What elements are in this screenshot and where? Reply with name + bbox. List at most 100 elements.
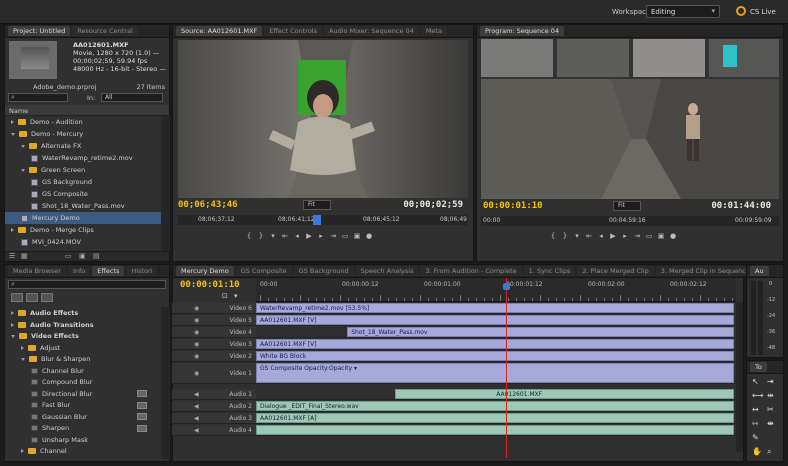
timeline-playhead[interactable] <box>502 283 510 290</box>
cs-live-icon[interactable] <box>736 6 746 16</box>
effects-scrollbar[interactable] <box>161 307 170 459</box>
track-lane[interactable]: AA012601.MXF [A] <box>256 413 736 424</box>
effects-list-item[interactable]: Audio Effects <box>5 307 161 319</box>
pen-tool-icon[interactable]: ✎ <box>752 433 759 442</box>
overwrite-icon[interactable]: ▣ <box>351 232 363 241</box>
track-lane[interactable]: Shot_18_Water_Pass.mov <box>256 327 736 338</box>
effects-list-item[interactable]: Fast Blur <box>5 399 161 411</box>
snap-icon[interactable]: ⊡ <box>222 292 228 300</box>
tab-source[interactable]: Source: AA012601.MXF <box>176 26 263 36</box>
play-icon[interactable]: ▶ <box>607 232 619 241</box>
track-lane[interactable]: White BG Block <box>256 351 736 362</box>
disclosure-open-icon[interactable] <box>21 357 25 361</box>
timeline-scrollbar[interactable] <box>736 302 743 452</box>
video-clip[interactable]: GS Composite Opacity:Opacity ▾ <box>256 363 734 383</box>
source-timecode[interactable]: 00;06;43;46 <box>178 200 238 210</box>
disclosure-closed-icon[interactable] <box>21 449 24 453</box>
disclosure-open-icon[interactable] <box>11 132 15 136</box>
mark-out-icon[interactable]: } <box>255 232 267 241</box>
disclosure-closed-icon[interactable] <box>21 345 24 350</box>
insert-icon[interactable]: ▭ <box>339 232 351 241</box>
project-list-item[interactable]: WaterRevamp_retime2.mov <box>5 152 161 164</box>
track-header[interactable]: ◉ Video 6 <box>172 303 256 314</box>
tab-sequence[interactable]: 3. From Audition - Complete <box>420 266 522 276</box>
eye-icon[interactable]: ◉ <box>194 305 199 312</box>
lift-icon[interactable]: ▭ <box>643 232 655 241</box>
source-zoom-select[interactable]: Fit <box>303 200 331 210</box>
slide-tool-icon[interactable]: ⇼ <box>767 419 774 428</box>
tab-sequence[interactable]: GS Composite <box>235 266 292 276</box>
tab-sequence[interactable]: 3. Merged Clip in Sequence <box>655 266 755 276</box>
slip-tool-icon[interactable]: ⇿ <box>752 419 759 428</box>
track-lane[interactable]: AA012601.MXF [V] <box>256 315 736 326</box>
project-list-item[interactable]: Demo - Audition <box>5 116 161 128</box>
speaker-icon[interactable]: ◀ <box>194 415 199 422</box>
tab-sequence[interactable]: 2. Place Merged Clip <box>577 266 654 276</box>
timeline-timecode[interactable]: 00:00:01:10 <box>180 280 240 290</box>
project-list-item[interactable]: GS Background <box>5 176 161 188</box>
effects-list-item[interactable]: Adjust <box>5 342 161 354</box>
go-to-in-icon[interactable]: ⇤ <box>279 232 291 241</box>
track-select-tool-icon[interactable]: ⇥ <box>767 377 774 386</box>
disclosure-closed-icon[interactable] <box>11 228 14 232</box>
marker-icon[interactable]: ▾ <box>267 232 279 241</box>
speaker-icon[interactable]: ◀ <box>194 391 199 398</box>
track-header[interactable]: ◀ Audio 2 <box>172 401 256 412</box>
eye-icon[interactable]: ◉ <box>194 317 199 324</box>
source-time-ruler[interactable]: 08;06;37;12 08;06;41;12 08;06;45;12 08;0… <box>178 215 468 225</box>
icon-view-icon[interactable]: ▦ <box>21 252 28 260</box>
step-back-icon[interactable]: ◂ <box>291 232 303 241</box>
track-lane[interactable]: AA012601.MXF [V] <box>256 339 736 350</box>
rate-stretch-tool-icon[interactable]: ↔ <box>752 405 759 414</box>
go-to-out-icon[interactable]: ⇥ <box>327 232 339 241</box>
track-lane[interactable]: Dialogue _EDIT_Final_Stereo.wav <box>256 401 736 412</box>
project-list-item[interactable]: Demo - Mercury <box>5 128 161 140</box>
eye-icon[interactable]: ◉ <box>194 353 199 360</box>
tab-audio-meters[interactable]: Au <box>750 266 769 276</box>
audio-clip[interactable] <box>256 425 734 435</box>
tab-effect-controls[interactable]: Effect Controls <box>264 26 322 36</box>
mark-in-icon[interactable]: { <box>243 232 255 241</box>
tab-resource-central[interactable]: Resource Central <box>72 26 138 36</box>
project-list-item[interactable]: GS Composite <box>5 188 161 200</box>
list-view-icon[interactable]: ☰ <box>9 252 15 260</box>
effects-list-item[interactable]: Compound Blur <box>5 376 161 388</box>
name-column-header[interactable]: Name <box>5 105 169 116</box>
project-list-item[interactable]: Demo - Merge Clips <box>5 224 161 236</box>
step-forward-icon[interactable]: ▸ <box>619 232 631 241</box>
tab-metadata[interactable]: Meta <box>420 26 447 36</box>
project-list-item[interactable]: Shot_18_Water_Pass.mov <box>5 200 161 212</box>
video-clip[interactable]: WaterRevamp_retime2.mov [53.5%] <box>256 303 734 313</box>
disclosure-open-icon[interactable] <box>11 334 15 338</box>
go-to-out-icon[interactable]: ⇥ <box>631 232 643 241</box>
audio-clip[interactable]: AA012601.MXF <box>395 389 734 399</box>
extract-icon[interactable]: ▣ <box>655 232 667 241</box>
track-header[interactable]: ◉ Video 3 <box>172 339 256 350</box>
ripple-edit-tool-icon[interactable]: ⟷ <box>752 391 763 400</box>
timeline-ruler[interactable]: 00:00 00:00:00:12 00:00:01:00 00:00:01:12 00… <box>256 278 736 302</box>
video-clip[interactable]: AA012601.MXF [V] <box>256 315 734 325</box>
track-lane[interactable]: GS Composite Opacity:Opacity ▾ <box>256 363 736 384</box>
camera-thumb[interactable] <box>709 39 779 77</box>
program-zoom-select[interactable]: Fit <box>613 201 641 211</box>
new-bin-icon[interactable]: ▭ <box>65 252 72 260</box>
effects-list-item[interactable]: Sharpen <box>5 422 161 434</box>
project-scrollbar[interactable] <box>161 116 170 251</box>
effects-list-item[interactable]: Blur & Sharpen <box>5 353 161 365</box>
timeline-playhead-line[interactable] <box>505 278 507 458</box>
track-header[interactable]: ◉ Video 1 <box>172 363 256 384</box>
tab-tools[interactable]: To <box>750 362 767 372</box>
accelerated-effects-icon[interactable] <box>11 293 23 302</box>
zoom-tool-icon[interactable]: ⌕ <box>767 447 771 457</box>
disclosure-open-icon[interactable] <box>21 168 25 172</box>
tab-info[interactable]: Info <box>67 266 91 276</box>
camera-thumb[interactable] <box>557 39 629 77</box>
tab-media-browser[interactable]: Media Browser <box>8 266 66 276</box>
razor-tool-icon[interactable]: ✂ <box>767 405 774 414</box>
tab-audio-mixer[interactable]: Audio Mixer: Sequence 04 <box>324 26 419 36</box>
project-list-item[interactable]: Alternate FX <box>5 140 161 152</box>
audio-clip[interactable]: AA012601.MXF [A] <box>256 413 734 423</box>
disclosure-open-icon[interactable] <box>21 144 25 148</box>
selection-tool-icon[interactable]: ↖ <box>752 377 759 386</box>
eye-icon[interactable]: ◉ <box>194 370 199 377</box>
